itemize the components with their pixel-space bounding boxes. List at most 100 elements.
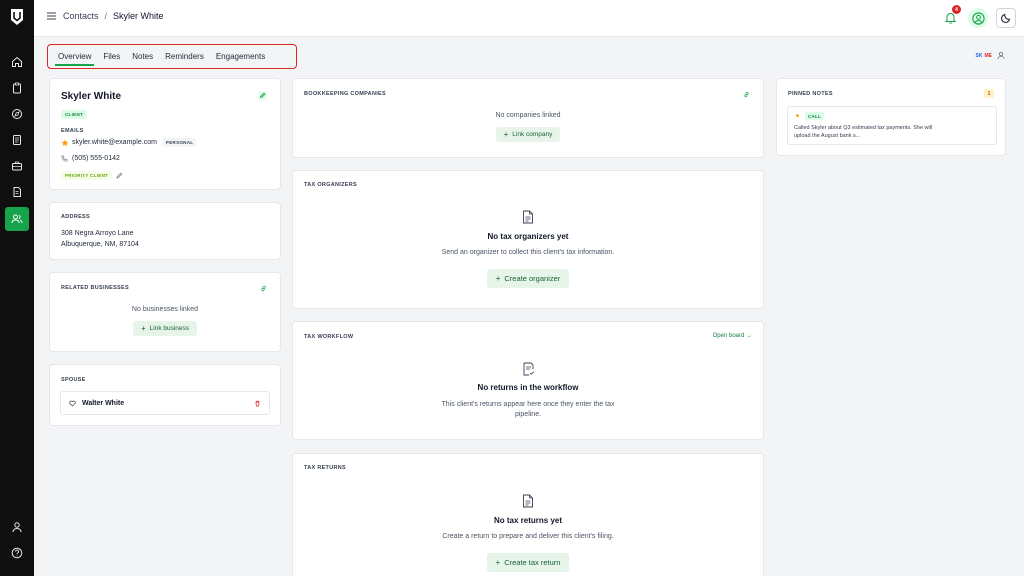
note-preview-line-1: Called Skyler about Q3 estimated tax pay… xyxy=(794,125,933,131)
account-button[interactable] xyxy=(968,8,988,28)
plus-icon: + xyxy=(140,324,146,333)
tax-workflow-card: TAX WORKFLOW Open board → No returns in … xyxy=(292,321,764,440)
address-card: ADDRESS 308 Negra Arroyo Lane Albuquerqu… xyxy=(49,202,281,260)
create-tax-return-button[interactable]: + Create tax return xyxy=(486,553,570,572)
clipboard-check-icon xyxy=(522,362,535,376)
user-circle-icon xyxy=(971,11,985,25)
link-icon xyxy=(260,285,267,292)
note-preview-line-2: upload the August bank s... xyxy=(794,133,861,139)
document-icon[interactable] xyxy=(8,183,26,201)
tab-notes[interactable]: Notes xyxy=(126,46,159,68)
pin-icon xyxy=(794,113,800,119)
link-business-label: Link business xyxy=(149,325,190,332)
no-organizers-title: No tax organizers yet xyxy=(487,232,569,241)
plus-icon: + xyxy=(495,274,501,283)
ledger-icon[interactable] xyxy=(8,131,26,149)
bell-icon xyxy=(944,12,956,24)
pinned-notes-card: PINNED NOTES 1 CALL Called Skyler about … xyxy=(776,78,1006,156)
plus-icon: + xyxy=(495,558,501,567)
contact-phone[interactable]: (505) 555-0142 xyxy=(72,155,120,162)
contacts-icon[interactable] xyxy=(5,207,29,231)
email-type-badge: PERSONAL xyxy=(162,138,197,147)
trash-icon[interactable] xyxy=(254,400,261,407)
create-organizer-label: Create organizer xyxy=(504,274,561,283)
breadcrumb-parent[interactable]: Contacts xyxy=(63,11,99,21)
heart-icon xyxy=(69,400,76,407)
tab-files[interactable]: Files xyxy=(97,46,126,68)
tab-overview[interactable]: Overview xyxy=(52,46,97,68)
sidebar-rail xyxy=(0,0,34,576)
user-icon[interactable] xyxy=(8,518,26,536)
edit-tags-icon[interactable] xyxy=(116,172,123,179)
priority-tag: PRIORITY CLIENT xyxy=(61,171,113,180)
notifications-button[interactable]: 4 xyxy=(940,5,961,28)
tax-organizers-label: TAX ORGANIZERS xyxy=(304,182,357,188)
document-icon xyxy=(522,494,534,508)
address-line-1: 308 Negra Arroyo Lane xyxy=(61,230,134,237)
bookkeeping-card: BOOKKEEPING COMPANIES No companies linke… xyxy=(292,78,764,158)
user-add-icon[interactable] xyxy=(997,51,1006,60)
breadcrumb-separator: / xyxy=(104,11,108,21)
phone-icon xyxy=(61,155,68,162)
link-icon xyxy=(743,91,750,98)
menu-icon[interactable] xyxy=(47,12,56,20)
edit-contact-button[interactable] xyxy=(257,90,268,101)
tab-engagements[interactable]: Engagements xyxy=(210,46,271,68)
spouse-card: SPOUSE Walter White xyxy=(49,364,281,426)
tax-workflow-label: TAX WORKFLOW xyxy=(304,334,354,340)
clipboard-icon[interactable] xyxy=(8,79,26,97)
no-companies-text: No companies linked xyxy=(495,112,561,119)
compass-icon[interactable] xyxy=(8,105,26,123)
spouse-name[interactable]: Walter White xyxy=(82,400,124,407)
no-organizers-subtitle: Send an organizer to collect this client… xyxy=(441,249,615,256)
contact-name: Skyler White xyxy=(61,91,122,102)
workflow-subtitle-line-2: pipeline. xyxy=(514,411,542,418)
contact-type-badge: CLIENT xyxy=(61,110,88,119)
tax-organizers-card: TAX ORGANIZERS No tax organizers yet Sen… xyxy=(292,170,764,309)
home-icon[interactable] xyxy=(8,53,26,71)
related-businesses-label: RELATED BUSINESSES xyxy=(61,285,129,291)
address-line-2: Albuquerque, NM, 87104 xyxy=(61,241,139,248)
link-business-icon-button[interactable] xyxy=(258,283,269,294)
edit-icon xyxy=(258,91,267,100)
pinned-notes-count: 1 xyxy=(984,89,994,98)
no-tax-returns-title: No tax returns yet xyxy=(493,516,563,525)
address-label: ADDRESS xyxy=(61,214,90,220)
no-returns-workflow-title: No returns in the workflow xyxy=(477,383,579,392)
create-organizer-button[interactable]: + Create organizer xyxy=(486,269,570,288)
presence-indicator: SK ME xyxy=(976,51,1006,60)
spouse-row[interactable]: Walter White xyxy=(60,391,270,415)
top-bar: Contacts / Skyler White 4 xyxy=(34,0,1024,37)
link-company-icon-button[interactable] xyxy=(741,89,752,100)
contact-tabs: Overview Files Notes Reminders Engagemen… xyxy=(47,44,297,69)
link-business-button[interactable]: + Link business xyxy=(132,321,198,336)
note-type-badge: CALL xyxy=(805,112,825,120)
presence-user-me: ME xyxy=(984,52,993,59)
breadcrumb-current: Skyler White xyxy=(113,11,164,21)
workflow-subtitle-line-1: This client's returns appear here once t… xyxy=(441,401,615,408)
breadcrumb: Contacts / Skyler White xyxy=(47,11,164,21)
help-icon[interactable] xyxy=(8,544,26,562)
plus-icon: + xyxy=(503,130,509,139)
spouse-label: SPOUSE xyxy=(61,377,86,383)
pinned-note-item[interactable]: CALL Called Skyler about Q3 estimated ta… xyxy=(787,106,997,145)
link-company-button[interactable]: + Link company xyxy=(495,127,561,142)
theme-toggle-button[interactable] xyxy=(996,8,1016,28)
tab-reminders[interactable]: Reminders xyxy=(159,46,210,68)
presence-user-sk: SK xyxy=(975,52,983,59)
pinned-notes-label: PINNED NOTES xyxy=(788,91,833,97)
briefcase-icon[interactable] xyxy=(8,157,26,175)
no-tax-returns-subtitle: Create a return to prepare and deliver t… xyxy=(442,533,614,540)
tax-returns-card: TAX RETURNS No tax returns yet Create a … xyxy=(292,453,764,576)
tax-returns-label: TAX RETURNS xyxy=(304,465,347,471)
app-logo[interactable] xyxy=(9,8,25,26)
contact-card: Skyler White CLIENT EMAILS skyler.white@… xyxy=(49,78,281,190)
open-board-link[interactable]: Open board → xyxy=(713,333,752,339)
related-businesses-card: RELATED BUSINESSES No businesses linked … xyxy=(49,272,281,352)
create-tax-return-label: Create tax return xyxy=(504,558,561,567)
document-icon xyxy=(522,210,534,224)
star-icon xyxy=(61,139,69,147)
notification-count-badge: 4 xyxy=(952,5,961,14)
link-company-label: Link company xyxy=(512,131,553,138)
contact-email[interactable]: skyler.white@example.com xyxy=(72,139,157,146)
